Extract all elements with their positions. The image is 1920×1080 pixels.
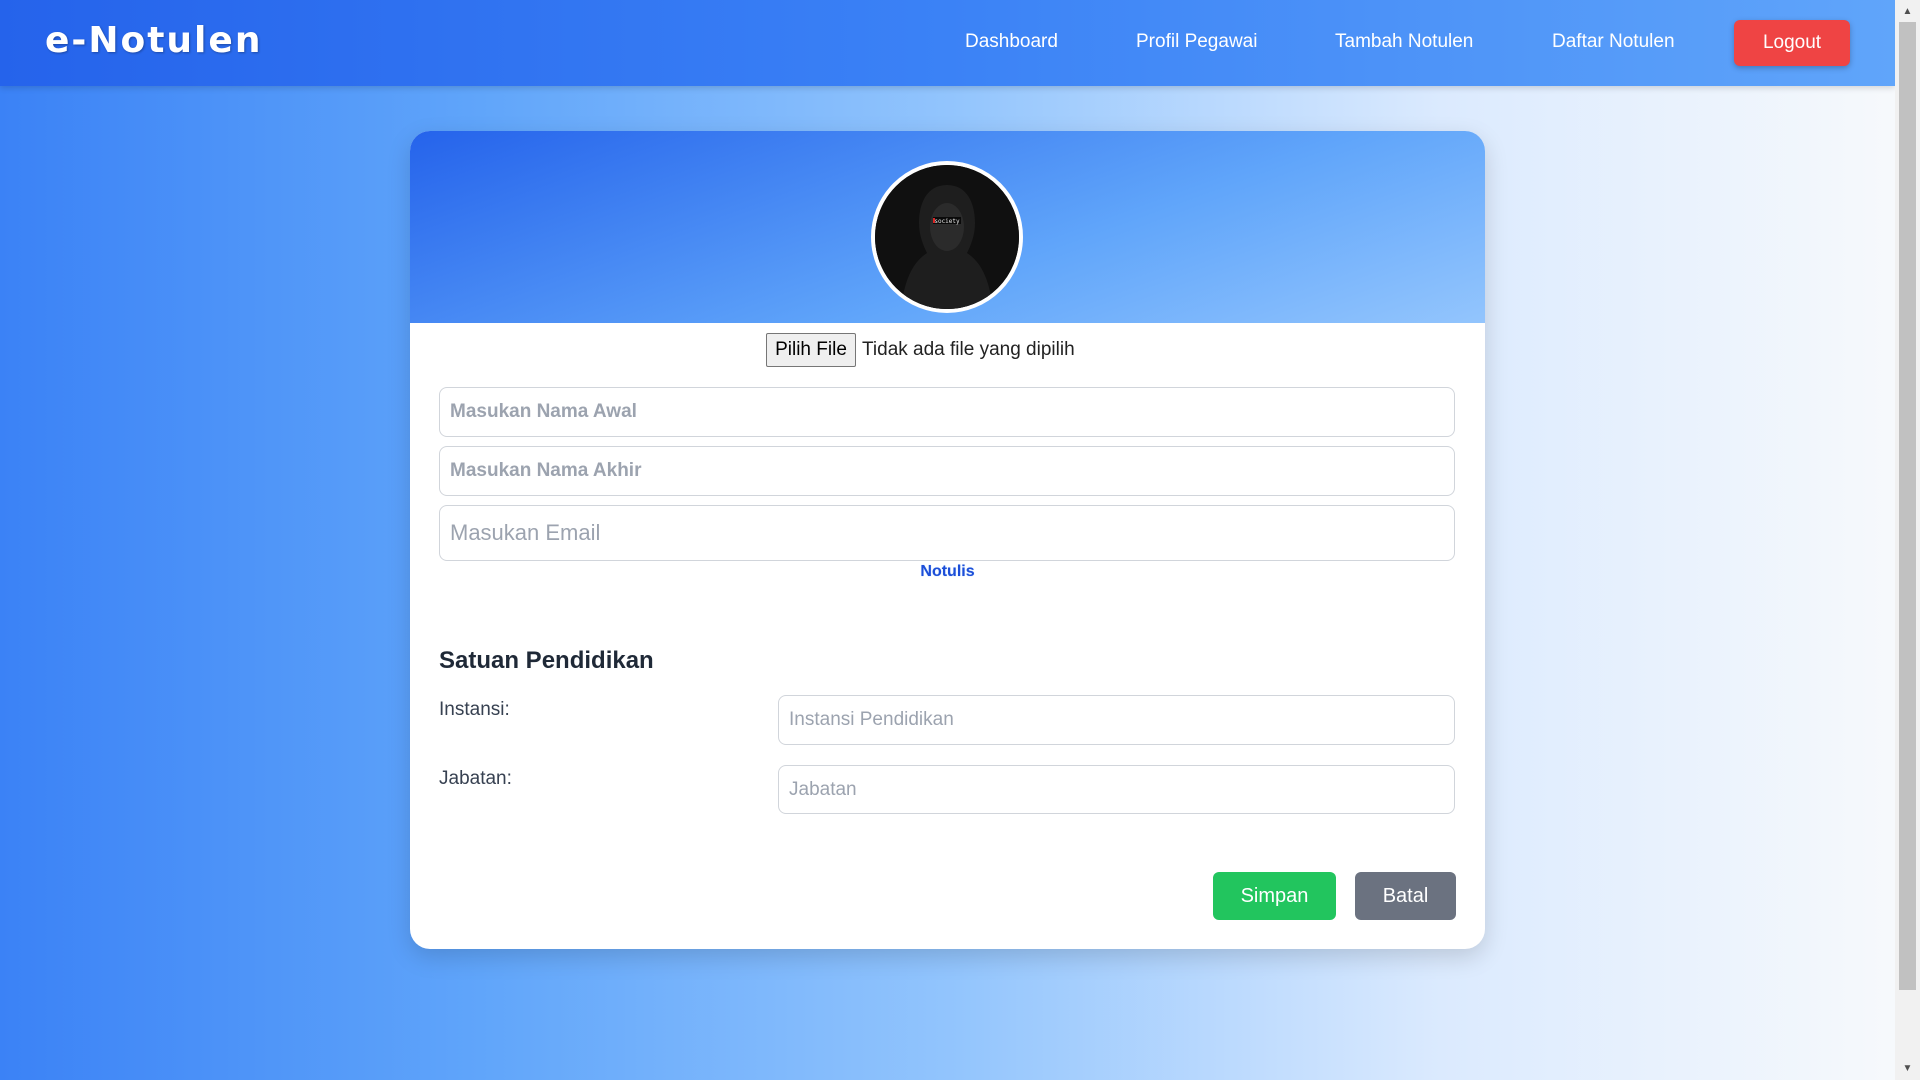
instansi-label: Instansi: bbox=[439, 699, 510, 720]
cancel-button[interactable]: Batal bbox=[1355, 872, 1456, 920]
scroll-down-icon[interactable]: ▼ bbox=[1900, 1061, 1915, 1076]
avatar: society bbox=[871, 161, 1023, 313]
file-status-text: Tidak ada file yang dipilih bbox=[862, 339, 1075, 360]
avatar-caption: society bbox=[934, 218, 960, 225]
jabatan-input[interactable] bbox=[778, 765, 1455, 814]
nav-profil-pegawai[interactable]: Profil Pegawai bbox=[1136, 31, 1257, 53]
role-label: Notulis bbox=[920, 563, 975, 580]
top-navbar: e-Notulen Dashboard Profil Pegawai Tamba… bbox=[0, 0, 1895, 86]
logout-button[interactable]: Logout bbox=[1734, 20, 1850, 66]
save-button[interactable]: Simpan bbox=[1213, 872, 1336, 920]
jabatan-label: Jabatan: bbox=[439, 768, 512, 789]
education-section-title: Satuan Pendidikan bbox=[439, 647, 654, 674]
instansi-input[interactable] bbox=[778, 695, 1455, 745]
scroll-up-icon[interactable]: ▲ bbox=[1900, 4, 1915, 19]
first-name-input[interactable] bbox=[439, 387, 1455, 437]
last-name-input[interactable] bbox=[439, 446, 1455, 496]
choose-file-button[interactable]: Pilih File bbox=[766, 333, 856, 367]
email-input[interactable] bbox=[439, 505, 1455, 561]
scrollbar-thumb[interactable] bbox=[1899, 22, 1916, 990]
nav-dashboard[interactable]: Dashboard bbox=[965, 31, 1058, 53]
nav-tambah-notulen[interactable]: Tambah Notulen bbox=[1335, 31, 1473, 53]
brand-logo[interactable]: e-Notulen bbox=[45, 20, 262, 61]
avatar-image: society bbox=[875, 165, 1019, 309]
page: e-Notulen Dashboard Profil Pegawai Tamba… bbox=[0, 0, 1895, 1080]
nav-daftar-notulen[interactable]: Daftar Notulen bbox=[1552, 31, 1675, 53]
